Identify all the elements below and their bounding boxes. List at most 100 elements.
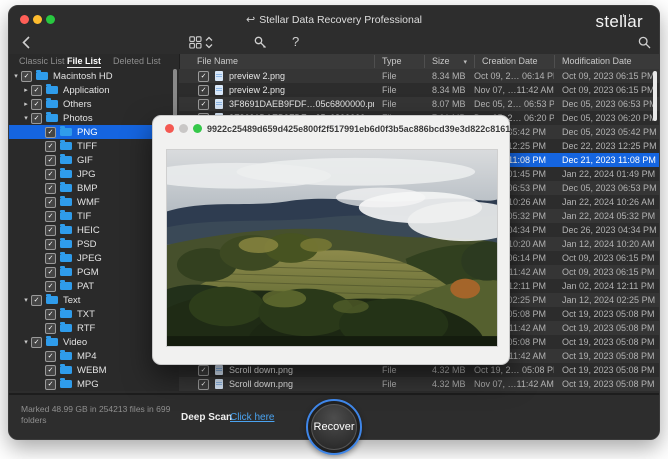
folder-icon xyxy=(60,254,72,262)
sidebar-item-application[interactable]: ▸✓Application xyxy=(9,83,191,97)
modification-date-cell: Jan 02, 2024 12:11 PM xyxy=(554,279,660,293)
folder-icon xyxy=(60,324,72,332)
file-size-cell: 4.32 MB xyxy=(424,363,474,377)
column-header-creation-date[interactable]: Creation Date xyxy=(482,56,538,66)
disclosure-expanded-icon[interactable]: ▾ xyxy=(21,338,31,346)
folder-icon xyxy=(46,114,58,122)
checkbox[interactable]: ✓ xyxy=(31,295,42,306)
sidebar-item-label: WMF xyxy=(77,197,100,208)
column-header-size[interactable]: Size▾ xyxy=(432,56,467,66)
sidebar-item-macintosh-hd[interactable]: ▾✓ Macintosh HD xyxy=(9,69,181,83)
folder-icon xyxy=(60,268,72,276)
checkbox[interactable]: ✓ xyxy=(45,323,56,334)
file-icon xyxy=(215,85,223,95)
checkbox[interactable]: ✓ xyxy=(45,239,56,250)
column-divider xyxy=(474,55,475,68)
checkbox[interactable]: ✓ xyxy=(31,113,42,124)
checkbox[interactable]: ✓ xyxy=(45,183,56,194)
checkbox[interactable]: ✓ xyxy=(45,225,56,236)
folder-icon xyxy=(60,240,72,248)
checkbox[interactable]: ✓ xyxy=(45,379,56,390)
column-header-file-name[interactable]: File Name xyxy=(197,56,238,66)
sidebar-item-label: WEBM xyxy=(77,365,107,376)
checkbox[interactable]: ✓ xyxy=(45,155,56,166)
modification-date-cell: Dec 22, 2023 12:25 PM xyxy=(554,139,660,153)
sidebar-item-label: MPG xyxy=(77,379,99,390)
checkbox[interactable]: ✓ xyxy=(198,379,209,390)
sort-desc-icon: ▾ xyxy=(464,59,468,66)
folder-icon xyxy=(60,170,72,178)
checkbox[interactable]: ✓ xyxy=(45,281,56,292)
checkbox[interactable]: ✓ xyxy=(45,169,56,180)
tab-deleted-list[interactable]: Deleted List xyxy=(113,56,161,66)
help-icon[interactable]: ? xyxy=(292,34,299,49)
checkbox[interactable]: ✓ xyxy=(198,71,209,82)
checkbox[interactable]: ✓ xyxy=(45,127,56,138)
table-row[interactable]: ✓Scroll down.pngFile4.32 MBOct 19, 2… 05… xyxy=(179,363,660,377)
view-grid-icon[interactable] xyxy=(189,36,202,49)
checkbox[interactable]: ✓ xyxy=(45,253,56,264)
tab-file-list[interactable]: File List xyxy=(67,56,101,68)
sidebar-item-webm[interactable]: ✓ WEBM xyxy=(9,363,205,377)
checkbox[interactable]: ✓ xyxy=(31,85,42,96)
file-size-cell: 4.32 MB xyxy=(424,377,474,391)
checkbox[interactable]: ✓ xyxy=(45,141,56,152)
checkbox[interactable]: ✓ xyxy=(31,99,42,110)
window-title: ↩Stellar Data Recovery Professional xyxy=(9,13,659,26)
checkbox[interactable]: ✓ xyxy=(45,309,56,320)
disclosure-expanded-icon[interactable]: ▾ xyxy=(21,296,31,304)
file-type-cell: File xyxy=(374,363,424,377)
disclosure-expanded-icon[interactable]: ▾ xyxy=(11,72,21,80)
folder-icon xyxy=(36,72,48,80)
search-icon[interactable] xyxy=(638,36,651,49)
sidebar-item-mpg[interactable]: ✓ MPG xyxy=(9,377,205,391)
folder-icon xyxy=(60,282,72,290)
view-sort-chevrons-icon[interactable] xyxy=(205,36,213,49)
checkbox[interactable]: ✓ xyxy=(21,71,32,82)
preview-close-button[interactable] xyxy=(165,124,174,133)
modification-date-cell: Oct 09, 2023 06:15 PM xyxy=(554,69,660,83)
tab-classic-list[interactable]: Classic List xyxy=(19,56,65,66)
checkbox[interactable]: ✓ xyxy=(45,197,56,208)
table-row[interactable]: ✓Scroll down.pngFile4.32 MBNov 07, …11:4… xyxy=(179,377,660,391)
column-divider xyxy=(374,55,375,68)
file-name: preview 2.png xyxy=(229,69,285,83)
back-button[interactable] xyxy=(22,36,30,49)
checkbox[interactable]: ✓ xyxy=(45,351,56,362)
table-row[interactable]: ✓ 3F8691DAEB9FDF…05c6800000.pngFile8.07 M… xyxy=(179,97,660,111)
checkbox[interactable]: ✓ xyxy=(45,365,56,376)
checkbox[interactable]: ✓ xyxy=(198,99,209,110)
key-icon[interactable] xyxy=(254,36,267,49)
sidebar-item-others[interactable]: ▸✓ Others xyxy=(9,97,191,111)
table-scrollbar[interactable] xyxy=(653,71,657,121)
file-type-cell: File xyxy=(374,69,424,83)
recover-button[interactable]: Recover xyxy=(306,399,362,455)
file-name: 3F8691DAEB9FDF…05c6800000.png xyxy=(229,97,374,111)
sidebar-item-label: Macintosh HD xyxy=(53,71,113,82)
deep-scan-link[interactable]: Click here xyxy=(230,412,274,423)
file-size-cell: 8.07 MB xyxy=(424,97,474,111)
folder-icon xyxy=(46,86,58,94)
table-row[interactable]: ✓preview 2.pngFile8.34 MBNov 07, …11:42 … xyxy=(179,83,660,97)
sidebar-item-label: Others xyxy=(63,99,92,110)
sidebar-item-label: PNG xyxy=(77,127,98,138)
preview-zoom-button[interactable] xyxy=(193,124,202,133)
preview-title: 9922c25489d659d425e800f2f517991eb6d0f3b5… xyxy=(207,124,518,134)
disclosure-expanded-icon[interactable]: ▾ xyxy=(21,114,31,122)
disclosure-collapsed-icon[interactable]: ▸ xyxy=(21,100,31,108)
creation-date-cell: Dec 05, 2… 06:53 PM xyxy=(474,97,554,111)
column-header-type[interactable]: Type xyxy=(382,56,402,66)
file-name: preview 2.png xyxy=(229,83,285,97)
checkbox[interactable]: ✓ xyxy=(198,365,209,376)
file-type-cell: File xyxy=(374,97,424,111)
disclosure-collapsed-icon[interactable]: ▸ xyxy=(21,86,31,94)
preview-minimize-button[interactable] xyxy=(179,124,188,133)
header-band: Classic ListFile List Deleted List File N… xyxy=(9,54,659,70)
table-row[interactable]: ✓preview 2.pngFile8.34 MBOct 09, 2… 06:1… xyxy=(179,69,660,83)
checkbox[interactable]: ✓ xyxy=(31,337,42,348)
modification-date-cell: Jan 22, 2024 10:26 AM xyxy=(554,195,660,209)
checkbox[interactable]: ✓ xyxy=(45,267,56,278)
column-header-modification-date[interactable]: Modification Date xyxy=(562,56,632,66)
checkbox[interactable]: ✓ xyxy=(198,85,209,96)
checkbox[interactable]: ✓ xyxy=(45,211,56,222)
